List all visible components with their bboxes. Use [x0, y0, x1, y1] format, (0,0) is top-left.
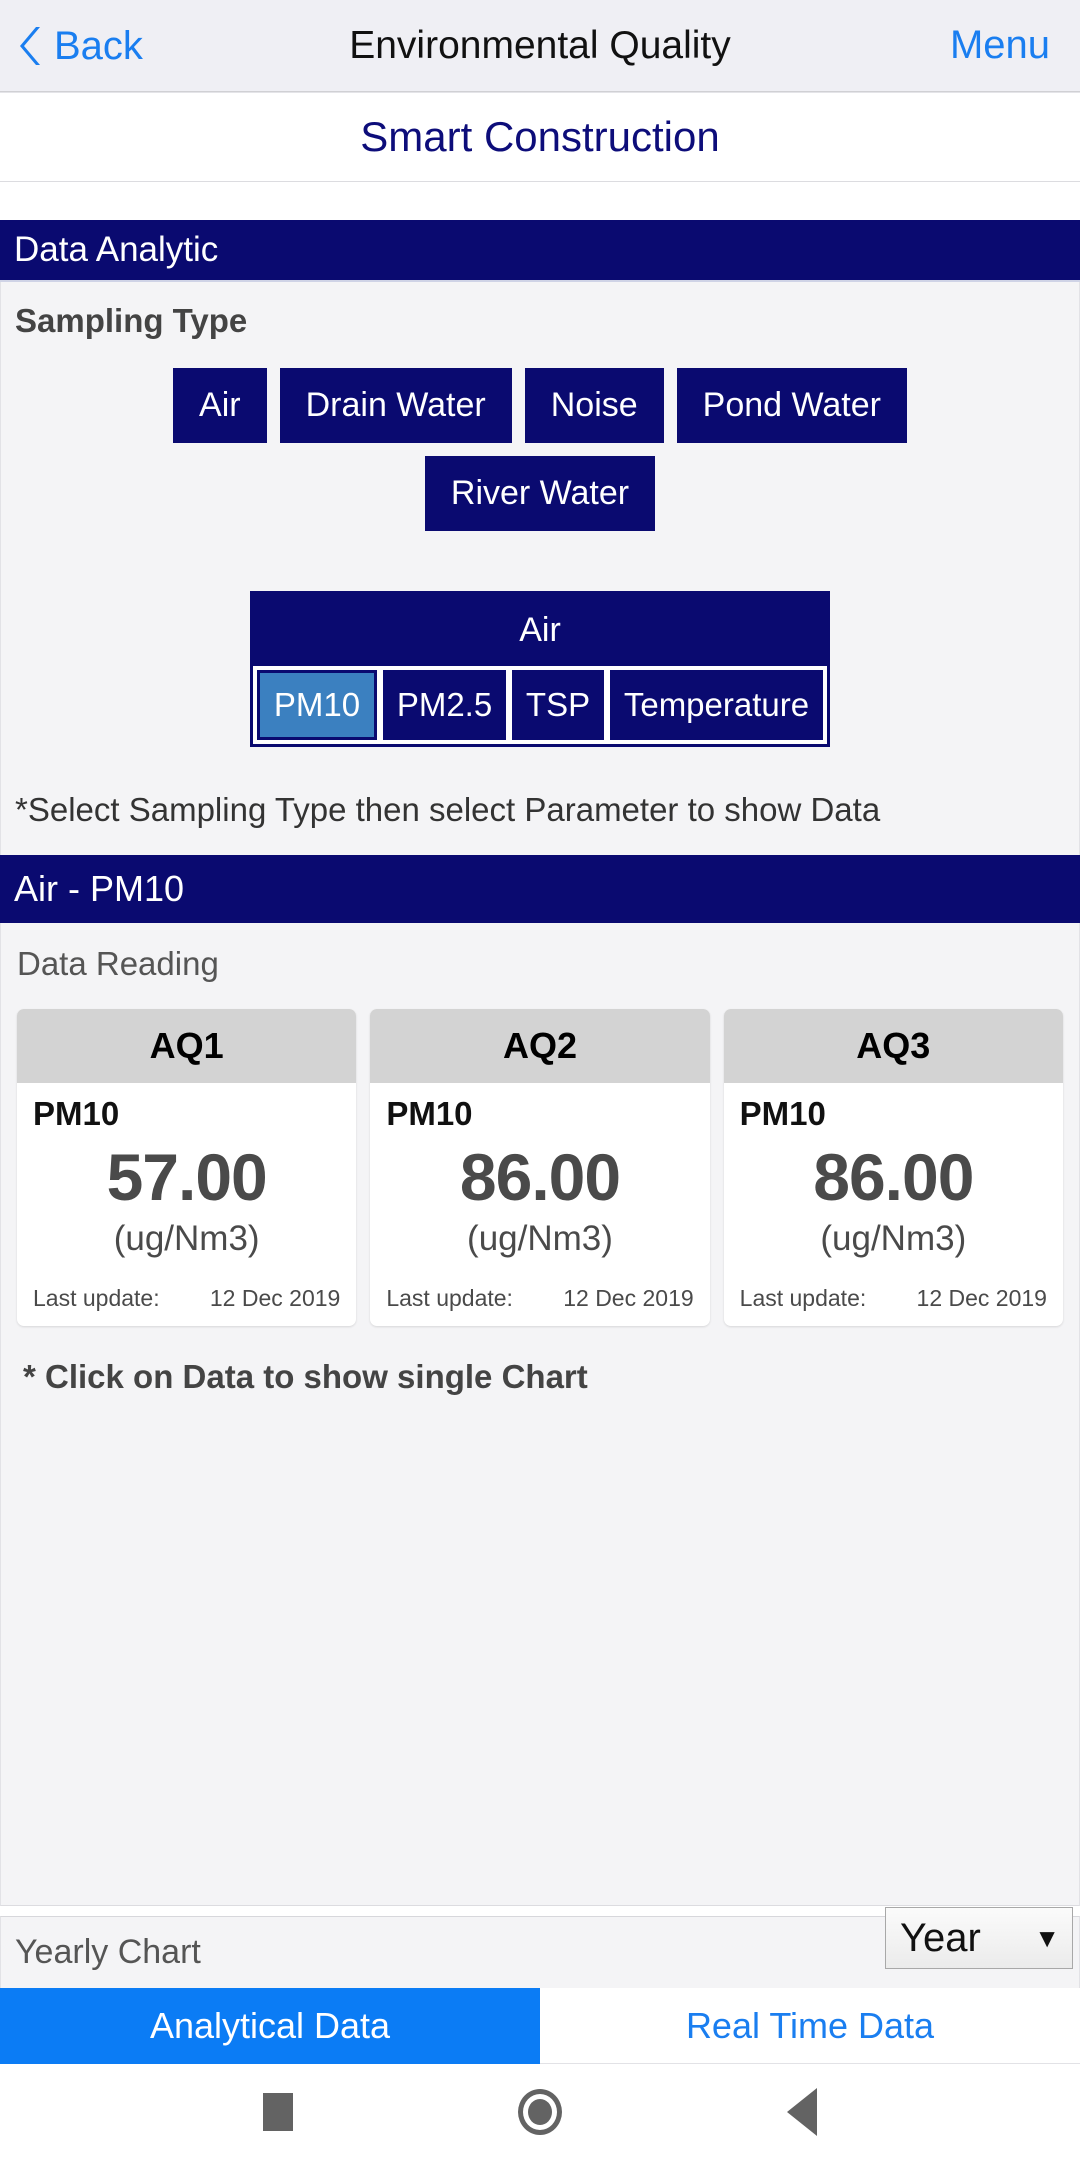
- last-update-label: Last update:: [33, 1285, 160, 1311]
- parameter-tsp[interactable]: TSP: [512, 670, 604, 740]
- sampling-type-river-water[interactable]: River Water: [424, 456, 656, 531]
- data-analytic-panel: Sampling Type Air Drain Water Noise Pond…: [0, 282, 1080, 855]
- parameter-pm25[interactable]: PM2.5: [382, 670, 507, 740]
- last-update-value: 12 Dec 2019: [563, 1285, 694, 1311]
- yearly-chart-label: Yearly Chart: [15, 1933, 201, 1971]
- card-value: 86.00: [813, 1140, 974, 1214]
- card-unit: (ug/Nm3): [113, 1219, 260, 1258]
- spacer-strip: [0, 182, 1080, 220]
- panel-filler: [17, 1396, 1063, 1905]
- project-subtitle-bar: Smart Construction: [0, 92, 1080, 182]
- project-name: Smart Construction: [360, 113, 720, 160]
- square-icon[interactable]: [262, 2093, 293, 2131]
- card-body: PM10 57.00 (ug/Nm3) Last update: 12 Dec …: [17, 1083, 356, 1326]
- back-button[interactable]: Back: [0, 24, 143, 68]
- card-footer: Last update: 12 Dec 2019: [740, 1285, 1047, 1312]
- reading-card[interactable]: AQ3 PM10 86.00 (ug/Nm3) Last update: 12 …: [723, 1009, 1063, 1326]
- reading-section-title: Air - PM10: [14, 868, 185, 909]
- tab-real-time-data[interactable]: Real Time Data: [540, 1988, 1080, 2064]
- reading-card[interactable]: AQ1 PM10 57.00 (ug/Nm3) Last update: 12 …: [17, 1009, 357, 1326]
- triangle-left-icon[interactable]: [787, 2088, 818, 2136]
- sampling-type-row-1: Air Drain Water Noise Pond Water: [1, 368, 1079, 443]
- sampling-type-noise[interactable]: Noise: [524, 368, 664, 443]
- station-name: AQ1: [17, 1009, 357, 1083]
- sampling-type-drain-water[interactable]: Drain Water: [279, 368, 512, 443]
- card-value: 57.00: [106, 1140, 268, 1214]
- card-parameter: PM10: [386, 1095, 473, 1132]
- page-title: Environmental Quality: [349, 23, 731, 67]
- sampling-type-air[interactable]: Air: [173, 368, 267, 443]
- last-update-value: 12 Dec 2019: [209, 1285, 341, 1311]
- year-select[interactable]: Year ▼: [885, 1907, 1073, 1969]
- card-parameter: PM10: [33, 1095, 120, 1132]
- click-data-note: * Click on Data to show single Chart: [23, 1358, 588, 1395]
- parameter-temperature[interactable]: Temperature: [609, 670, 823, 740]
- card-footer: Last update: 12 Dec 2019: [33, 1285, 340, 1312]
- parameter-pm10[interactable]: PM10: [257, 670, 377, 740]
- yearly-chart-bar: Yearly Chart Year ▼: [0, 1907, 1080, 1988]
- data-reading-cards: AQ1 PM10 57.00 (ug/Nm3) Last update: 12 …: [17, 1009, 1063, 1326]
- card-footer: Last update: 12 Dec 2019: [386, 1285, 693, 1312]
- data-reading-panel: Data Reading AQ1 PM10 57.00 (ug/Nm3) Las…: [0, 923, 1080, 1906]
- last-update-label: Last update:: [386, 1285, 513, 1311]
- app-screen: Back Environmental Quality Menu Smart Co…: [0, 0, 1080, 2160]
- station-name: AQ3: [723, 1009, 1063, 1083]
- reading-section-header: Air - PM10: [0, 855, 1080, 923]
- tab-analytical-data[interactable]: Analytical Data: [0, 1988, 540, 2064]
- bottom-tab-bar: Analytical Data Real Time Data: [0, 1988, 1080, 2064]
- parameter-group-wrap: Air PM10 PM2.5 TSP Temperature: [1, 591, 1079, 755]
- android-navigation-bar: [0, 2064, 1080, 2160]
- card-value: 86.00: [459, 1140, 621, 1214]
- card-unit: (ug/Nm3): [820, 1219, 967, 1258]
- selection-hint: *Select Sampling Type then select Parame…: [15, 791, 881, 828]
- station-name: AQ2: [370, 1009, 710, 1083]
- data-analytic-title: Data Analytic: [14, 230, 219, 269]
- parameter-group-title: Air: [253, 594, 827, 666]
- card-unit: (ug/Nm3): [467, 1219, 613, 1258]
- menu-button[interactable]: Menu: [950, 23, 1080, 68]
- back-label: Back: [54, 23, 143, 68]
- sampling-type-pond-water[interactable]: Pond Water: [676, 368, 907, 443]
- reading-card[interactable]: AQ2 PM10 86.00 (ug/Nm3) Last update: 12 …: [370, 1009, 710, 1326]
- parameter-group: Air PM10 PM2.5 TSP Temperature: [250, 591, 830, 747]
- data-reading-label: Data Reading: [17, 945, 219, 982]
- year-select-value: Year: [900, 1915, 981, 1960]
- data-analytic-header: Data Analytic: [0, 220, 1080, 282]
- parameter-button-row: PM10 PM2.5 TSP Temperature: [253, 666, 827, 744]
- card-parameter: PM10: [739, 1095, 826, 1132]
- card-body: PM10 86.00 (ug/Nm3) Last update: 12 Dec …: [370, 1083, 709, 1326]
- top-navigation-bar: Back Environmental Quality Menu: [0, 0, 1080, 92]
- sampling-type-row-2: River Water: [1, 456, 1079, 531]
- chevron-down-icon: ▼: [1034, 1922, 1060, 1953]
- last-update-value: 12 Dec 2019: [916, 1285, 1047, 1311]
- card-body: PM10 86.00 (ug/Nm3) Last update: 12 Dec …: [724, 1083, 1063, 1326]
- chevron-left-icon: [18, 24, 44, 68]
- sampling-type-label: Sampling Type: [15, 302, 248, 339]
- circle-icon[interactable]: [517, 2089, 562, 2135]
- last-update-label: Last update:: [739, 1285, 867, 1311]
